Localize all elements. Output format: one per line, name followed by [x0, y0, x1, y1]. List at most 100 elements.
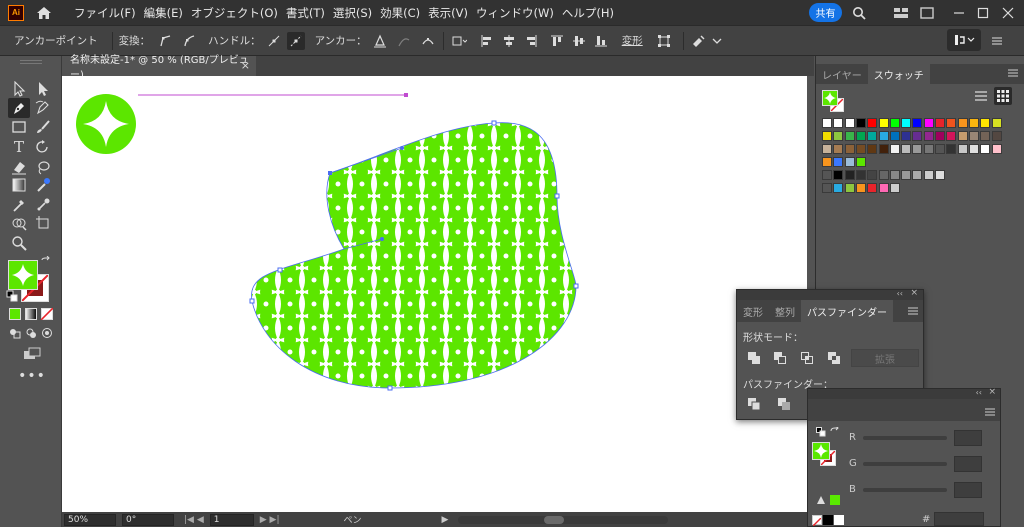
pattern-swatch-circle[interactable] [76, 94, 136, 154]
align-vcenter-icon[interactable] [570, 32, 588, 50]
swatch-cell[interactable] [957, 118, 968, 128]
swatch-cell[interactable] [968, 118, 979, 128]
menu-view[interactable]: 表示(V) [428, 3, 468, 23]
share-button[interactable]: 共有 [809, 3, 842, 22]
swatch-cell[interactable] [844, 131, 855, 141]
swatch-cell[interactable] [867, 183, 878, 193]
swatch-cell[interactable] [855, 131, 866, 141]
swatch-cell[interactable] [935, 144, 945, 154]
pen-tool-icon[interactable] [8, 98, 30, 118]
tab-align[interactable]: 整列 [769, 300, 801, 322]
swatch-cell[interactable] [878, 131, 889, 141]
swatch-cell[interactable] [901, 131, 912, 141]
screen-mode-icon[interactable] [22, 346, 42, 362]
swatch-cell[interactable] [957, 144, 968, 154]
swatch-cell[interactable] [980, 118, 991, 128]
swatch-cell[interactable] [833, 157, 844, 167]
menu-file[interactable]: ファイル(F) [74, 3, 136, 23]
align-to-icon[interactable] [450, 32, 468, 50]
document-tab[interactable]: 名称未設定-1* @ 50 % (RGB/プレビュー) × [62, 55, 256, 81]
zoom-field[interactable]: 50% [64, 513, 116, 526]
swatch-cell[interactable] [889, 131, 900, 141]
paintbrush-tool-icon[interactable] [34, 118, 52, 136]
first-artboard-icon[interactable]: |◀ ◀ [184, 515, 204, 525]
panel-toggle-button[interactable] [947, 29, 981, 51]
swatch-cell[interactable] [867, 144, 878, 154]
align-hcenter-icon[interactable] [500, 32, 518, 50]
home-icon[interactable] [34, 3, 54, 23]
swatch-cell[interactable] [946, 131, 957, 141]
color-mode-icon[interactable] [8, 307, 22, 321]
search-icon[interactable] [850, 4, 868, 22]
red-field[interactable] [954, 430, 982, 446]
list-view-icon[interactable] [975, 90, 987, 105]
swatch-cell[interactable] [878, 118, 889, 128]
expand-button[interactable]: 拡張 [851, 349, 919, 367]
color-default-icon[interactable] [816, 427, 826, 440]
panel-menu-icon[interactable] [1008, 68, 1018, 81]
swatch-cell[interactable] [991, 144, 1002, 154]
close-panel-icon[interactable]: × [910, 288, 918, 298]
swatch-cell[interactable] [855, 144, 866, 154]
curvature-tool-icon[interactable] [34, 98, 52, 116]
toolbar-grip[interactable] [20, 60, 42, 64]
zoom-tool-icon[interactable] [10, 234, 28, 252]
transform-link[interactable]: 変形 [622, 33, 643, 48]
gradient-tool-icon[interactable] [10, 176, 28, 194]
collapse-panel-icon[interactable]: ‹‹ [897, 289, 903, 298]
swatch-cell[interactable] [912, 131, 923, 141]
blend-tool-icon[interactable] [34, 196, 52, 214]
swatch-cell[interactable] [946, 118, 957, 128]
remove-anchor-icon[interactable] [371, 32, 389, 50]
collapse-color-panel-icon[interactable]: ‹‹ [976, 388, 982, 397]
artboard-field[interactable]: 1 [209, 513, 254, 526]
close-tab-icon[interactable]: × [241, 59, 250, 72]
swatch-fill-indicator[interactable] [822, 90, 838, 106]
swatch-cell[interactable] [855, 170, 866, 180]
convert-corner-icon[interactable] [156, 32, 174, 50]
type-tool-icon[interactable]: T [10, 138, 28, 156]
blue-field[interactable] [954, 482, 982, 498]
swatch-cell[interactable] [867, 131, 878, 141]
workspace-layout-icon[interactable] [892, 4, 910, 22]
swatch-cell[interactable] [844, 118, 855, 128]
swatch-cell[interactable] [935, 118, 945, 128]
isolate-icon[interactable] [655, 32, 673, 50]
menu-effect[interactable]: 効果(C) [380, 3, 420, 23]
guide-line[interactable] [138, 93, 408, 97]
swatch-cell[interactable] [855, 118, 866, 128]
swatch-cell[interactable] [878, 183, 889, 193]
swatch-cell[interactable] [867, 118, 878, 128]
rectangle-tool-icon[interactable] [10, 118, 28, 136]
swatch-cell[interactable] [833, 118, 844, 128]
blue-slider[interactable] [863, 488, 947, 492]
swatch-cell[interactable] [822, 183, 832, 193]
swatch-cell[interactable] [901, 144, 912, 154]
swatch-cell[interactable] [889, 183, 900, 193]
artboard-tool-icon[interactable] [34, 214, 52, 232]
swatch-cell[interactable] [822, 118, 832, 128]
maximize-icon[interactable] [974, 4, 992, 22]
handle-show-icon[interactable] [265, 32, 283, 50]
tab-layers[interactable]: レイヤー [816, 64, 868, 84]
rotation-field[interactable]: 0° [122, 513, 174, 526]
default-fill-stroke-icon[interactable] [6, 290, 18, 302]
connect-path-icon[interactable] [395, 32, 413, 50]
workspace-switcher-icon[interactable] [918, 4, 936, 22]
minimize-icon[interactable] [950, 4, 968, 22]
swatch-cell[interactable] [968, 131, 979, 141]
swatch-cell[interactable] [912, 144, 923, 154]
more-tools-icon[interactable]: ••• [18, 368, 45, 384]
swatch-cell[interactable] [833, 170, 844, 180]
rotate-tool-icon[interactable] [34, 138, 52, 156]
swatch-cell[interactable] [844, 157, 855, 167]
direct-selection-tool-icon[interactable] [34, 80, 52, 98]
swatch-cell[interactable] [901, 118, 912, 128]
swatch-cell[interactable] [844, 183, 855, 193]
swatch-cell[interactable] [980, 144, 991, 154]
divide-icon[interactable] [747, 397, 761, 411]
menu-help[interactable]: ヘルプ(H) [562, 3, 614, 23]
swatch-cell[interactable] [923, 118, 934, 128]
swatch-cell[interactable] [889, 144, 900, 154]
panel-header-bar[interactable]: ‹‹ × [737, 288, 923, 300]
